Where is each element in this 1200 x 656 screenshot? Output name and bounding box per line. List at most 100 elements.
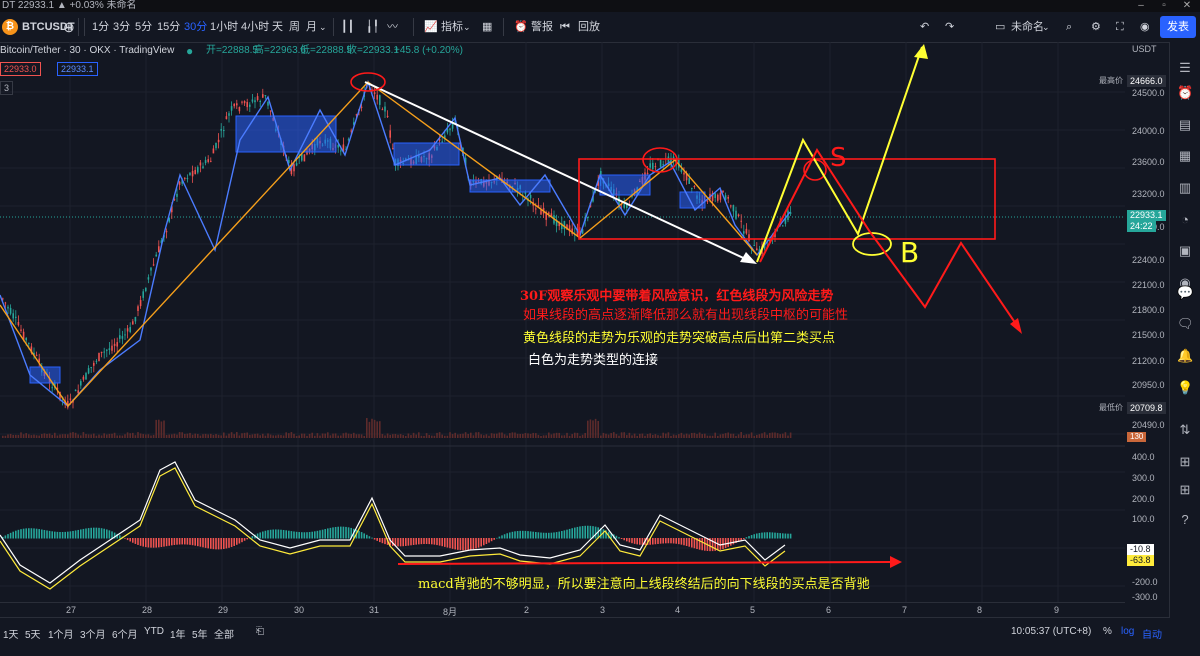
watchlist-icon[interactable]: ☰ [1177,60,1193,76]
macd-value-1: -10.8 [1127,544,1154,555]
macd-histogram-bar [295,531,298,539]
macd-histogram-bar [319,530,321,539]
volume-bar [750,432,753,438]
candle-body [249,104,251,107]
macd-histogram-bar [126,538,129,541]
range-5d[interactable]: 5天 [25,626,41,641]
volume-bar [184,433,186,438]
auto-toggle[interactable]: 自动 [1142,626,1162,641]
notifications-icon[interactable]: 🔔 [1177,348,1193,364]
volume-bar [607,434,610,438]
data-window-icon[interactable]: ▤ [1177,117,1193,133]
volume-bar [269,434,272,438]
volume-bar [615,434,618,438]
price-axis[interactable]: USDT 24500.0 24000.0 23600.0 23200.0 228… [1125,42,1170,617]
currency-label[interactable]: USDT [1132,44,1157,54]
volume-bar [766,434,768,438]
range-3m[interactable]: 3个月 [80,626,106,641]
candle-body [207,159,209,162]
macd-histogram-bar [298,532,300,539]
trading-panel-icon[interactable]: ⇅ [1177,422,1193,438]
clock-label[interactable]: 10:05:37 (UTC+8) [1011,626,1091,637]
percent-toggle[interactable]: % [1103,626,1112,637]
help-icon[interactable]: ? [1177,512,1193,528]
time-tick: 4 [675,605,681,615]
macd-histogram-bar [405,538,407,546]
candle-body [215,142,217,149]
volume-bar [558,432,560,438]
volume-bar [246,432,248,438]
volume-bar [597,420,599,438]
volume-bar [756,434,758,438]
candle-body [204,160,207,164]
candle-body [719,192,722,200]
macd-histogram-bar [111,531,113,539]
macd-histogram-bar [418,538,420,545]
macd-histogram-bar [524,530,527,539]
candle-body [753,244,755,246]
volume-bar [379,421,381,438]
volume-bar [462,433,464,438]
candle-body [194,169,196,175]
macd-histogram-bar [360,532,363,539]
highest-price-label: 最高价 [1096,75,1126,87]
candle-body [87,368,90,374]
volume-bar [264,435,267,438]
macd-histogram-bar [327,528,329,539]
macd-histogram-bar [519,530,521,539]
annotation-red-2: 如果线段的高点逐渐降低那么就有出现线段中枢的可能性 [523,308,849,323]
macd-histogram-bar [150,538,152,548]
chat-icon[interactable]: 💬 [1177,285,1193,301]
range-1y[interactable]: 1年 [170,626,186,641]
volume-bar [470,432,472,438]
macd-histogram-bar [433,538,436,545]
macd-histogram-bar [28,528,30,539]
candle-body [121,336,124,339]
volume-bar [529,433,532,438]
alerts-icon[interactable]: ⏰ [1177,85,1193,101]
macd-histogram-bar [147,538,150,548]
ideas-icon[interactable]: ▣ [1177,243,1193,259]
bid-box[interactable]: 22933.0 [0,62,41,76]
messages-icon[interactable]: 🗨 [1177,316,1194,332]
ask-box[interactable]: 22933.1 [57,62,98,76]
volume-bar [503,434,506,438]
volume-bar [197,434,199,438]
volume-bar [103,433,105,438]
log-toggle[interactable]: log [1121,626,1134,637]
annotation-macd: macd背驰的不够明显，所以要注意向上线段终结后的向下线段的买点是否背驰 [418,577,870,592]
volume-bar [280,435,282,438]
range-1d[interactable]: 1天 [3,626,19,641]
news-icon[interactable]: ◔ [1177,212,1193,228]
hotlist-icon[interactable]: ▦ [1177,148,1193,164]
object-tree-icon[interactable]: ⊞ [1177,482,1193,498]
volume-bar [610,433,612,438]
time-tick: 27 [66,605,77,615]
volume-bar [186,433,189,438]
macd-histogram-bar [334,526,337,539]
time-axis[interactable]: 27 28 29 30 31 8月 2 3 4 5 6 7 8 9 [0,602,1125,617]
range-5y[interactable]: 5年 [192,626,208,641]
range-all[interactable]: 全部 [214,626,234,641]
macd-histogram-bar [282,529,285,539]
ideas-stream-icon[interactable]: 💡 [1177,380,1193,396]
volume-bar [90,434,92,438]
volume-bar [347,433,350,438]
indicator-count[interactable]: 3 [0,81,14,95]
calendar-icon[interactable]: ▥ [1177,180,1193,196]
macd-histogram-bar [566,529,568,539]
volume-bar [464,432,467,438]
macd-histogram-bar [173,538,176,545]
volume-bar [272,435,274,438]
macd-histogram-bar [441,538,443,547]
macd-histogram-bar [293,531,295,539]
volume-bar [189,432,191,438]
drawing-icon[interactable]: ⊞ [1177,454,1193,470]
macd-histogram-bar [259,532,261,539]
range-ytd[interactable]: YTD [144,626,164,637]
date-range-icon[interactable]: ⎗ [256,626,264,637]
range-1m[interactable]: 1个月 [48,626,74,641]
volume-bar [719,434,722,438]
candle-body [623,204,625,208]
range-6m[interactable]: 6个月 [112,626,138,641]
